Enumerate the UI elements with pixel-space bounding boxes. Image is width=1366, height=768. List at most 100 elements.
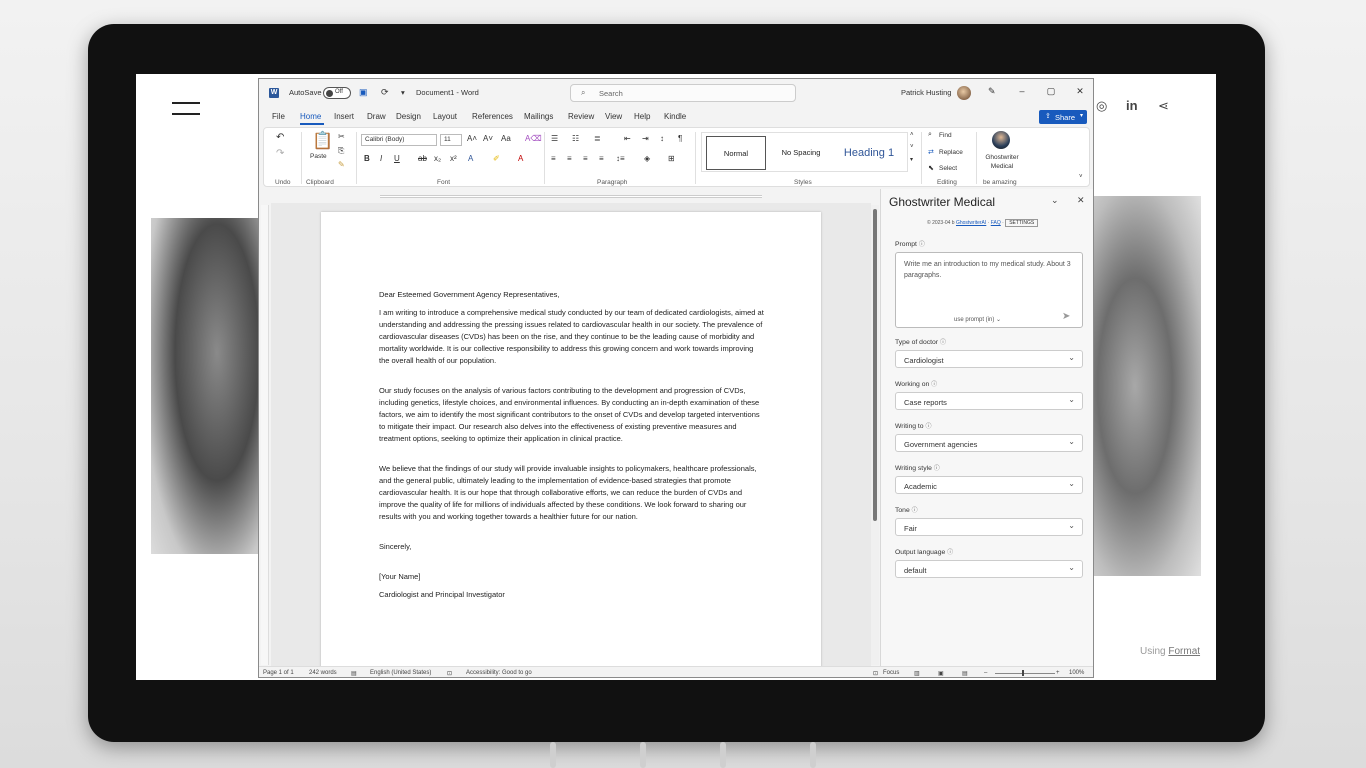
zoom-slider-thumb[interactable] xyxy=(1022,670,1024,676)
line-spacing-icon[interactable]: ↕≡ xyxy=(616,154,625,163)
sort-icon[interactable]: ↕ xyxy=(660,134,664,143)
page-count[interactable]: Page 1 of 1 xyxy=(263,670,294,676)
footer-link[interactable]: Format xyxy=(1168,646,1200,657)
tab-layout[interactable]: Layout xyxy=(433,112,457,121)
multilevel-list-icon[interactable]: ≣ xyxy=(594,134,601,143)
show-marks-icon[interactable]: ¶ xyxy=(678,134,682,143)
sync-icon[interactable]: ⟳ xyxy=(381,87,389,98)
paste-label[interactable]: Paste xyxy=(310,153,327,160)
underline-icon[interactable]: U xyxy=(394,154,400,163)
zoom-in-icon[interactable]: + xyxy=(1056,670,1060,676)
tab-view[interactable]: View xyxy=(605,112,622,121)
cut-icon[interactable]: ✂ xyxy=(338,132,345,141)
focus-icon[interactable]: ⊡ xyxy=(873,670,878,677)
find-icon[interactable]: ⌕ xyxy=(928,131,932,139)
highlight-icon[interactable]: ✐ xyxy=(493,154,500,163)
save-icon[interactable]: ▣ xyxy=(359,87,368,98)
tab-insert[interactable]: Insert xyxy=(334,112,354,121)
tab-mailings[interactable]: Mailings xyxy=(524,112,553,121)
search-input[interactable]: ⌕ Search xyxy=(570,84,796,102)
font-color-icon[interactable]: A xyxy=(518,154,523,163)
prompt-textarea[interactable]: Write me an introduction to my medical s… xyxy=(895,252,1083,328)
styles-scroll-down-icon[interactable]: ˅ xyxy=(910,144,914,150)
ghostwriter-link[interactable]: GhostwriterAI xyxy=(956,220,986,226)
pen-icon[interactable]: ✎ xyxy=(988,86,996,97)
align-right-icon[interactable]: ≡ xyxy=(583,154,588,163)
linkedin-icon[interactable]: in xyxy=(1126,98,1138,113)
tab-review[interactable]: Review xyxy=(568,112,594,121)
increase-indent-icon[interactable]: ⇥ xyxy=(642,134,649,143)
undo-icon[interactable]: ↶ xyxy=(276,132,284,143)
tab-kindle[interactable]: Kindle xyxy=(664,112,686,121)
predictions-icon[interactable]: ⊡ xyxy=(447,670,452,677)
tab-help[interactable]: Help xyxy=(634,112,650,121)
maximize-icon[interactable]: ▢ xyxy=(1044,86,1058,97)
quick-access-dropdown-icon[interactable]: ▾ xyxy=(401,88,405,97)
zoom-out-icon[interactable]: – xyxy=(984,670,987,676)
shading-icon[interactable]: ◈ xyxy=(644,154,650,163)
align-left-icon[interactable]: ≡ xyxy=(551,154,556,163)
bold-icon[interactable]: B xyxy=(364,154,370,163)
style-heading-1[interactable]: Heading 1 xyxy=(836,136,902,170)
select-icon[interactable]: ⬉ xyxy=(928,164,934,172)
clear-format-icon[interactable]: A⌫ xyxy=(525,134,542,143)
replace-icon[interactable]: ⇄ xyxy=(928,148,934,156)
italic-icon[interactable]: I xyxy=(380,154,382,163)
decrease-indent-icon[interactable]: ⇤ xyxy=(624,134,631,143)
share-button[interactable]: ⇪ Share ▾ xyxy=(1039,110,1087,124)
shrink-font-icon[interactable]: A˅ xyxy=(483,134,493,143)
pane-close-icon[interactable]: ✕ xyxy=(1077,195,1085,206)
vertical-scrollbar[interactable] xyxy=(871,205,879,665)
user-name[interactable]: Patrick Husting xyxy=(901,88,951,97)
tab-references[interactable]: References xyxy=(472,112,513,121)
proofing-icon[interactable]: ▤ xyxy=(351,670,357,677)
numbering-icon[interactable]: ☷ xyxy=(572,134,579,143)
change-case-icon[interactable]: Aa xyxy=(501,134,511,143)
tab-draw[interactable]: Draw xyxy=(367,112,386,121)
style-normal[interactable]: Normal xyxy=(706,136,766,170)
styles-scroll-up-icon[interactable]: ˄ xyxy=(910,132,914,138)
paste-icon[interactable]: 📋 xyxy=(312,131,333,151)
working-on-select[interactable]: Case reports ⌄ xyxy=(895,392,1083,410)
subscript-icon[interactable]: x₂ xyxy=(434,154,441,163)
format-painter-icon[interactable]: ✎ xyxy=(338,160,345,169)
zoom-slider[interactable] xyxy=(995,673,1055,674)
use-prompt-dropdown[interactable]: use prompt (in) ⌄ xyxy=(954,316,1001,323)
word-count[interactable]: 242 words xyxy=(309,670,337,676)
justify-icon[interactable]: ≡ xyxy=(599,154,604,163)
writing-style-select[interactable]: Academic ⌄ xyxy=(895,476,1083,494)
print-layout-icon[interactable]: ▣ xyxy=(938,670,944,677)
send-icon[interactable]: ➤ xyxy=(1062,311,1070,322)
collapse-ribbon-icon[interactable]: ˅ xyxy=(1079,174,1083,180)
redo-icon[interactable]: ↷ xyxy=(276,148,284,159)
superscript-icon[interactable]: x² xyxy=(450,154,457,163)
document-page[interactable]: Dear Esteemed Government Agency Represen… xyxy=(321,212,821,666)
find-button[interactable]: Find xyxy=(939,132,952,139)
bullets-icon[interactable]: ☰ xyxy=(551,134,558,143)
language-status[interactable]: English (United States) xyxy=(370,670,431,676)
accessibility-status[interactable]: Accessibility: Good to go xyxy=(466,670,532,676)
share-icon[interactable]: ⋖ xyxy=(1158,98,1169,114)
align-center-icon[interactable]: ≡ xyxy=(567,154,572,163)
tab-home[interactable]: Home xyxy=(300,112,321,121)
user-avatar[interactable] xyxy=(957,86,971,100)
text-effects-icon[interactable]: A xyxy=(468,154,473,163)
borders-icon[interactable]: ⊞ xyxy=(668,154,675,163)
strikethrough-icon[interactable]: ab xyxy=(418,154,427,163)
grow-font-icon[interactable]: A˄ xyxy=(467,134,477,143)
document-body[interactable]: Dear Esteemed Government Agency Represen… xyxy=(379,289,765,607)
settings-button[interactable]: SETTINGS xyxy=(1005,219,1039,227)
faq-link[interactable]: FAQ xyxy=(991,220,1001,226)
font-size-select[interactable]: 11 xyxy=(440,134,462,146)
tone-select[interactable]: Fair ⌄ xyxy=(895,518,1083,536)
close-icon[interactable]: ✕ xyxy=(1073,86,1087,97)
styles-more-icon[interactable]: ▾ xyxy=(910,156,913,163)
tab-design[interactable]: Design xyxy=(396,112,421,121)
doctor-type-select[interactable]: Cardiologist ⌄ xyxy=(895,350,1083,368)
web-layout-icon[interactable]: ▤ xyxy=(962,670,968,677)
hamburger-menu-icon[interactable] xyxy=(172,102,200,124)
select-button[interactable]: Select xyxy=(939,165,957,172)
zoom-level[interactable]: 100% xyxy=(1069,670,1084,676)
ghostwriter-button[interactable]: Ghostwriter Medical xyxy=(981,153,1023,171)
copy-icon[interactable]: ⎘ xyxy=(338,146,344,156)
